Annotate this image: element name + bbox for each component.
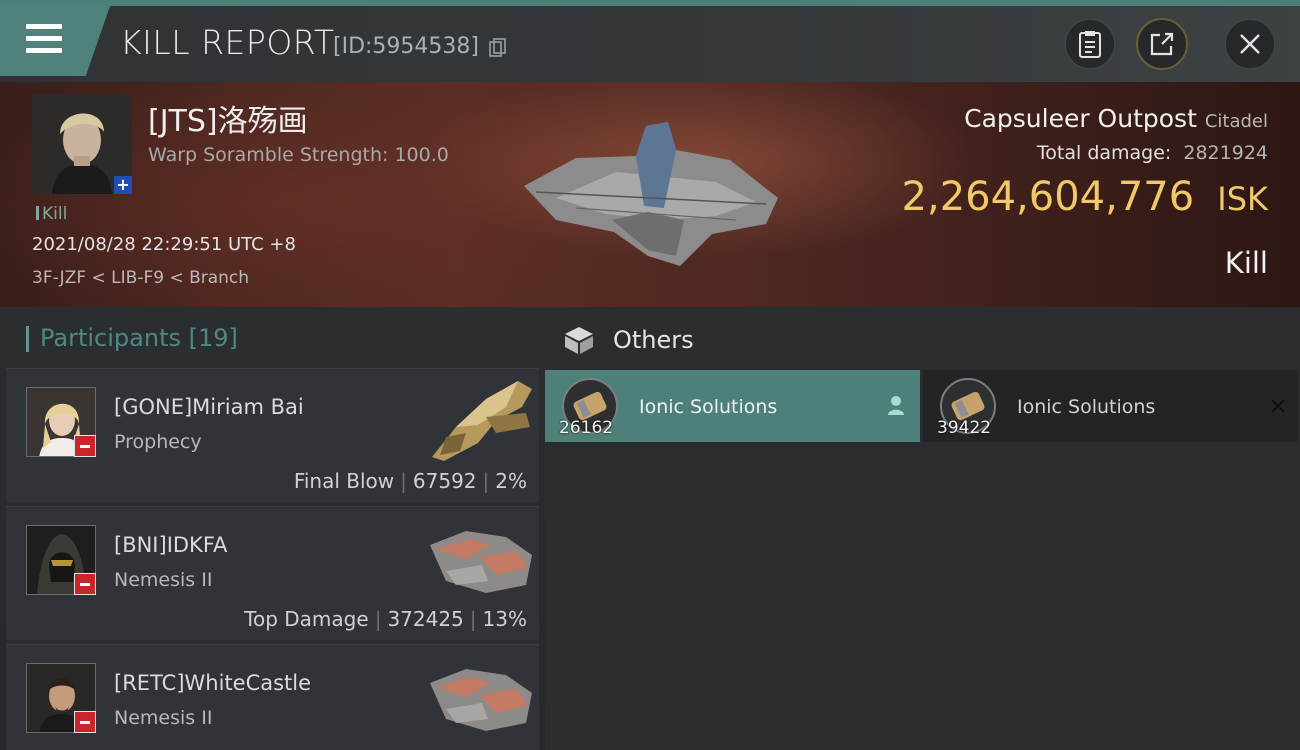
item-quantity: 26162 [559, 418, 614, 438]
item-card[interactable]: 26162 Ionic Solutions [545, 370, 920, 442]
kill-result-label: Kill [1224, 246, 1268, 280]
participant-role: Final Blow [293, 469, 395, 493]
participant-name: [GONE]Miriam Bai [114, 395, 304, 419]
participant-ship: Prophecy [114, 431, 202, 453]
target-class: Citadel [1204, 111, 1268, 132]
others-title: Others [613, 326, 694, 354]
participant-damage: 67592 [412, 469, 477, 493]
share-icon [1150, 32, 1174, 56]
victim-name[interactable]: [JTS]洛殇画 [148, 96, 308, 140]
close-button[interactable] [1224, 18, 1276, 70]
hostile-badge [74, 711, 96, 733]
participants-panel: Participants [19] [GONE]Miriam Bai Proph… [6, 310, 539, 750]
page-title: KILL REPORT [120, 23, 335, 62]
ship-image [430, 669, 532, 731]
participant-ship: Nemesis II [114, 569, 213, 591]
isk-unit: ISK [1217, 180, 1268, 218]
participant-stats: Final Blow | 67592 | 2% [293, 469, 527, 493]
header-bar: KILL REPORT [ID:5954538] [0, 6, 1300, 82]
kill-report-window: KILL REPORT [ID:5954538] + [JTS]洛殇画 Warp… [0, 0, 1300, 750]
ship-image [430, 531, 532, 593]
item-quantity: 39422 [937, 418, 992, 438]
copy-icon[interactable] [489, 38, 507, 58]
participants-header: Participants [19] [6, 310, 539, 368]
participant-damage: 372425 [387, 607, 464, 631]
participant-name: [RETC]WhiteCastle [114, 671, 312, 695]
menu-tab[interactable] [0, 6, 110, 76]
item-name: Ionic Solutions [639, 396, 778, 418]
participant-stats: Top Damage | 372425 | 13% [244, 607, 527, 631]
hostile-badge [74, 573, 96, 595]
x-icon[interactable] [1270, 398, 1286, 414]
participant-role: Top Damage [244, 607, 369, 631]
total-damage: Total damage: 2821924 [1037, 142, 1268, 164]
participants-title: Participants [19] [40, 324, 238, 352]
total-damage-value: 2821924 [1183, 142, 1268, 164]
kill-id: [ID:5954538] [333, 34, 479, 59]
hostile-badge [74, 435, 96, 457]
participant-percent: 2% [495, 469, 527, 493]
participants-header-bar [26, 326, 29, 352]
close-icon [1240, 34, 1260, 54]
clipboard-button[interactable] [1064, 18, 1116, 70]
target-structure-name: Capsuleer Outpost [964, 104, 1197, 133]
person-icon [888, 396, 904, 415]
isk-value: 2,264,604,776 [901, 174, 1195, 220]
hamburger-menu-icon[interactable] [26, 24, 64, 54]
participant-ship: Nemesis II [114, 707, 213, 729]
kill-datetime: 2021/08/28 22:29:51 UTC +8 [32, 234, 296, 255]
kill-tag: Kill [36, 204, 67, 224]
kill-location[interactable]: 3F-JZF < LIB-F9 < Branch [32, 268, 249, 288]
isk-value-line: 2,264,604,776 ISK [902, 174, 1268, 220]
item-card[interactable]: 39422 Ionic Solutions [923, 370, 1298, 442]
share-button[interactable] [1136, 18, 1188, 70]
participant-percent: 13% [482, 607, 527, 631]
total-damage-label: Total damage: [1036, 142, 1172, 164]
warp-scramble-strength: Warp Soramble Strength: 100.0 [148, 144, 449, 166]
participants-count: [19] [188, 324, 238, 352]
others-header: Others [545, 310, 1300, 368]
participants-title-label: Participants [40, 324, 181, 352]
citadel-structure-image [524, 122, 778, 266]
item-name: Ionic Solutions [1017, 396, 1156, 418]
target-name[interactable]: Capsuleer Outpost Citadel [964, 104, 1268, 133]
participant-row[interactable]: [RETC]WhiteCastle Nemesis II [6, 644, 539, 750]
cube-icon [565, 327, 593, 354]
others-panel: Others 26162 Ionic Solutions 39422 Ionic [545, 310, 1300, 750]
clipboard-icon [1079, 31, 1101, 58]
kill-summary-banner: + [JTS]洛殇画 Warp Soramble Strength: 100.0… [0, 82, 1300, 307]
participant-row[interactable]: [BNI]IDKFA Nemesis II Top Damage | 372425 |… [6, 506, 539, 640]
participant-name: [BNI]IDKFA [114, 533, 228, 557]
participant-row[interactable]: [GONE]Miriam Bai Prophecy Final Blow | 675… [6, 368, 539, 502]
ship-image [432, 381, 532, 461]
add-contact-badge[interactable]: + [114, 176, 132, 194]
